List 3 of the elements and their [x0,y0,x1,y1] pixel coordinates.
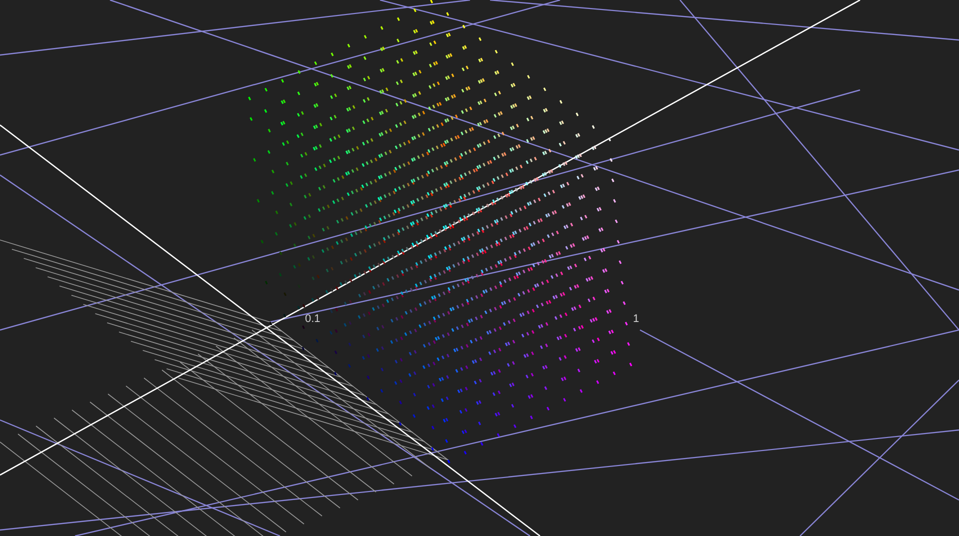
axis-label: 1 [633,314,640,325]
3d-viewport[interactable]: 0.1 1 [0,0,959,536]
axis-label: 0.1 [305,314,320,325]
